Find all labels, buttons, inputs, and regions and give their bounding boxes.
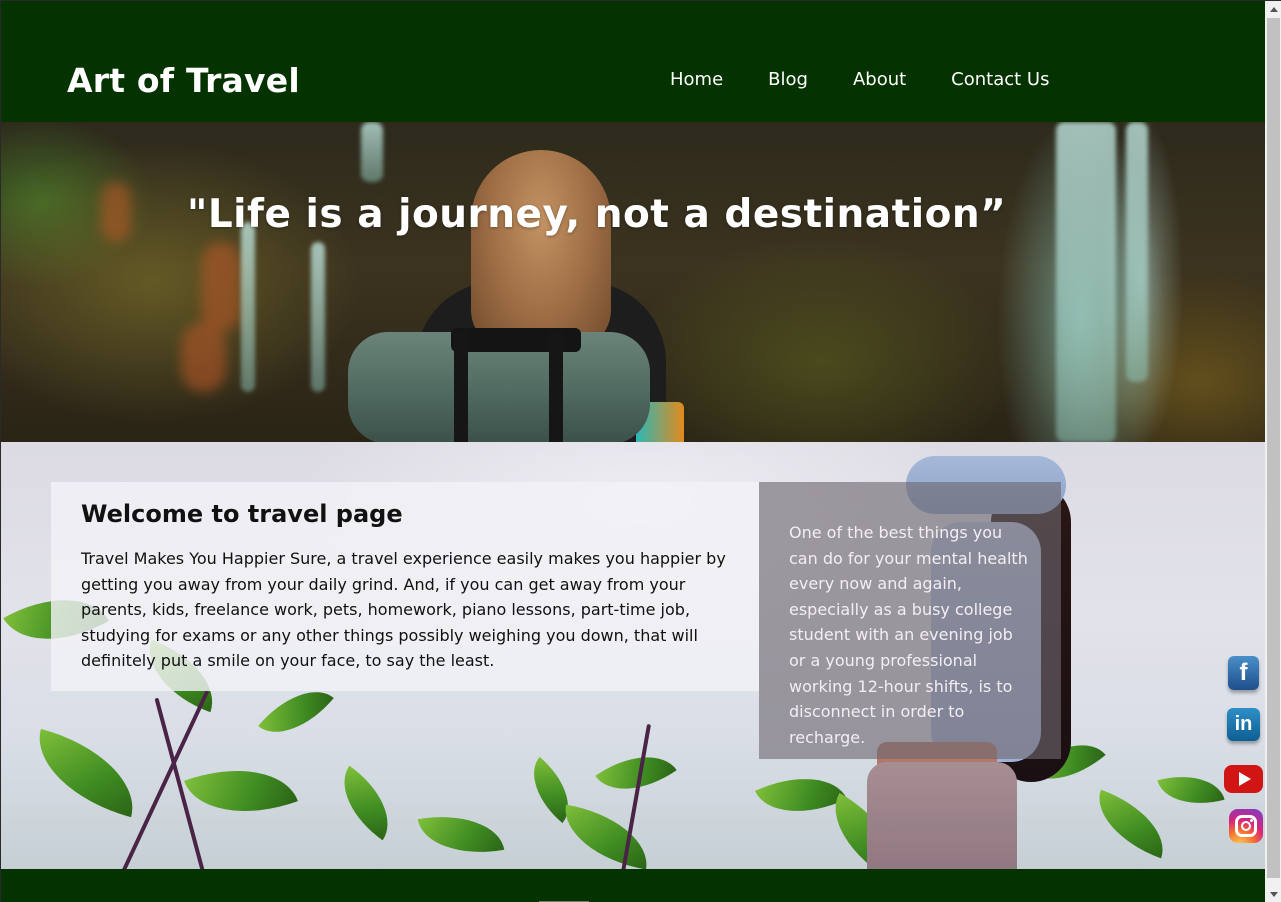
- arrow-up-icon: [1269, 7, 1278, 12]
- hero-quote: "Life is a journey, not a destination”: [187, 192, 1007, 237]
- hero-waterfall: [311, 242, 325, 392]
- hero-waterfall: [241, 222, 255, 392]
- plant-leaf: [755, 757, 847, 833]
- instagram-camera-glyph: [1235, 815, 1257, 837]
- traveler-hair: [471, 150, 611, 350]
- youtube-icon[interactable]: [1224, 765, 1263, 793]
- welcome-title: Welcome to travel page: [81, 500, 403, 528]
- welcome-card: Welcome to travel page Travel Makes You …: [51, 482, 759, 691]
- hero-rock-detail: [101, 182, 131, 242]
- mat-strap: [454, 330, 468, 442]
- plant-leaf: [24, 728, 148, 818]
- plant-leaf: [417, 805, 505, 864]
- hero-rock-detail: [181, 322, 226, 392]
- hero-traveler-figure: [346, 132, 696, 442]
- plant-leaf: [1157, 764, 1225, 816]
- site-footer: [1, 869, 1265, 902]
- content-section: Welcome to travel page Travel Makes You …: [1, 442, 1265, 869]
- hero-banner: "Life is a journey, not a destination”: [1, 122, 1265, 442]
- main-nav: Home Blog About Contact Us: [670, 69, 1094, 90]
- scroll-up-button[interactable]: [1265, 1, 1281, 18]
- hero-waterfall: [1126, 122, 1148, 382]
- nav-link-contact[interactable]: Contact Us: [951, 69, 1049, 90]
- plant-leaf: [184, 746, 298, 836]
- arrow-down-icon: [1269, 892, 1278, 897]
- instagram-icon[interactable]: [1229, 809, 1263, 843]
- scrollbar-thumb[interactable]: [1267, 18, 1280, 878]
- nav-link-blog[interactable]: Blog: [768, 69, 808, 90]
- linkedin-icon[interactable]: in: [1227, 708, 1260, 741]
- hero-rock-detail: [201, 242, 241, 332]
- facebook-icon[interactable]: f: [1228, 656, 1259, 690]
- side-paragraph: One of the best things you can do for yo…: [789, 523, 1028, 747]
- plant-leaf: [557, 804, 655, 869]
- hero-waterfall: [1056, 122, 1116, 442]
- mat-strap: [549, 330, 563, 442]
- welcome-paragraph: Travel Makes You Happier Sure, a travel …: [81, 549, 726, 670]
- plant-leaf: [1085, 789, 1177, 859]
- site-header: Art of Travel Home Blog About Contact Us: [1, 1, 1265, 122]
- plant-leaf: [325, 765, 407, 841]
- vertical-scrollbar[interactable]: [1265, 1, 1281, 902]
- side-card: One of the best things you can do for yo…: [759, 482, 1061, 759]
- site-logo-title[interactable]: Art of Travel: [67, 61, 300, 100]
- youtube-play-glyph: [1239, 772, 1251, 786]
- nav-link-about[interactable]: About: [853, 69, 906, 90]
- woman-pants: [867, 762, 1017, 869]
- scroll-down-button[interactable]: [1265, 886, 1281, 902]
- nav-link-home[interactable]: Home: [670, 69, 723, 90]
